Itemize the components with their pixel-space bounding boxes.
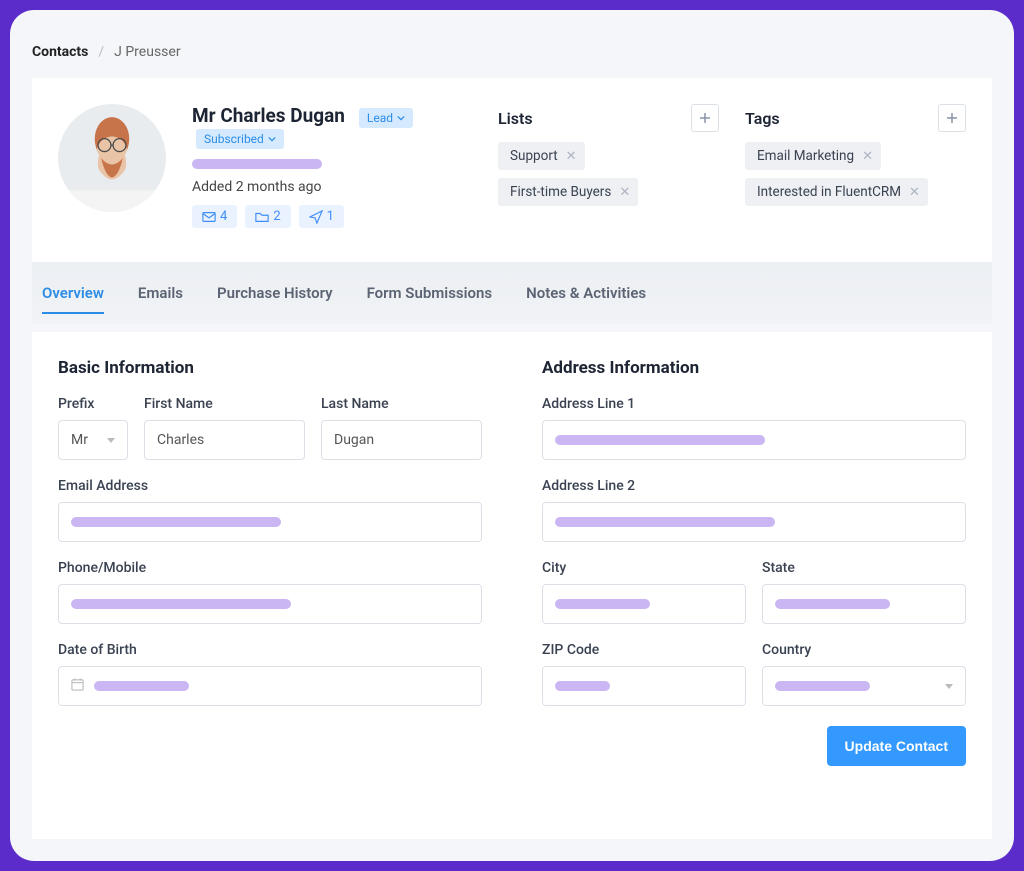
- address-info-heading: Address Information: [542, 358, 966, 378]
- send-icon: [309, 210, 323, 224]
- stat-emails[interactable]: 4: [192, 205, 237, 228]
- tags-heading: Tags: [745, 109, 780, 128]
- contact-name: Mr Charles Dugan: [192, 104, 345, 127]
- tag-item: Email Marketing ✕: [745, 142, 881, 170]
- prefix-select[interactable]: Mr: [58, 420, 128, 460]
- stat-folders-count: 2: [273, 209, 280, 224]
- form-panel: Basic Information Prefix Mr First Name C…: [32, 332, 992, 839]
- tab-purchase-history[interactable]: Purchase History: [217, 284, 333, 314]
- list-label: First-time Buyers: [510, 184, 611, 200]
- first-name-value: Charles: [157, 432, 204, 448]
- country-select[interactable]: [762, 666, 966, 706]
- stat-chips: 4 2 1: [192, 205, 472, 228]
- prefix-value: Mr: [71, 432, 88, 448]
- list-label: Support: [510, 148, 558, 164]
- country-label: Country: [762, 642, 966, 658]
- calendar-icon: [71, 678, 84, 695]
- remove-tag-icon[interactable]: ✕: [862, 149, 873, 164]
- chevron-down-icon: [397, 114, 405, 122]
- breadcrumb-root[interactable]: Contacts: [32, 44, 88, 60]
- contact-type-pill[interactable]: Lead: [359, 108, 413, 128]
- remove-tag-icon[interactable]: ✕: [909, 185, 920, 200]
- state-label: State: [762, 560, 966, 576]
- folder-icon: [255, 210, 269, 224]
- dob-value-placeholder: [94, 681, 189, 691]
- tag-label: Interested in FluentCRM: [757, 184, 901, 200]
- remove-list-icon[interactable]: ✕: [619, 185, 630, 200]
- basic-info-heading: Basic Information: [58, 358, 482, 378]
- tab-overview[interactable]: Overview: [42, 284, 104, 314]
- tab-emails[interactable]: Emails: [138, 284, 183, 314]
- state-value-placeholder: [775, 599, 890, 609]
- contact-type-label: Lead: [367, 111, 393, 125]
- stat-folders[interactable]: 2: [245, 205, 290, 228]
- zip-value-placeholder: [555, 681, 610, 691]
- breadcrumb-separator: /: [98, 44, 104, 60]
- email-value-placeholder: [71, 517, 281, 527]
- profile-summary: Mr Charles Dugan Lead Subscribed Added 2…: [192, 104, 472, 228]
- tab-form-submissions[interactable]: Form Submissions: [367, 284, 493, 314]
- city-label: City: [542, 560, 746, 576]
- zip-input[interactable]: [542, 666, 746, 706]
- address2-value-placeholder: [555, 517, 775, 527]
- tag-label: Email Marketing: [757, 148, 854, 164]
- address2-label: Address Line 2: [542, 478, 966, 494]
- email-label: Email Address: [58, 478, 482, 494]
- envelope-icon: [202, 210, 216, 224]
- last-name-value: Dugan: [334, 432, 374, 448]
- tags-section: Tags Email Marketing ✕ Interested in Flu…: [745, 104, 966, 228]
- address1-label: Address Line 1: [542, 396, 966, 412]
- lists-section: Lists Support ✕ First-time Buyers ✕: [498, 104, 719, 228]
- tag-item: Interested in FluentCRM ✕: [745, 178, 928, 206]
- last-name-label: Last Name: [321, 396, 482, 412]
- list-tag: Support ✕: [498, 142, 585, 170]
- plus-icon: [699, 112, 711, 124]
- lists-heading: Lists: [498, 109, 533, 128]
- last-name-input[interactable]: Dugan: [321, 420, 482, 460]
- avatar: [58, 104, 166, 212]
- add-list-button[interactable]: [691, 104, 719, 132]
- address1-input[interactable]: [542, 420, 966, 460]
- address-info-section: Address Information Address Line 1 Addre…: [542, 358, 966, 766]
- breadcrumb: Contacts / J Preusser: [32, 32, 992, 78]
- address1-value-placeholder: [555, 435, 765, 445]
- breadcrumb-current: J Preusser: [114, 44, 180, 60]
- contact-status-label: Subscribed: [204, 132, 264, 146]
- basic-info-section: Basic Information Prefix Mr First Name C…: [58, 358, 482, 766]
- chevron-down-icon: [268, 135, 276, 143]
- update-contact-button[interactable]: Update Contact: [827, 726, 966, 766]
- city-value-placeholder: [555, 599, 650, 609]
- tab-notes-activities[interactable]: Notes & Activities: [526, 284, 646, 314]
- dob-label: Date of Birth: [58, 642, 482, 658]
- stat-sends-count: 1: [327, 209, 334, 224]
- plus-icon: [946, 112, 958, 124]
- city-input[interactable]: [542, 584, 746, 624]
- add-tag-button[interactable]: [938, 104, 966, 132]
- zip-label: ZIP Code: [542, 642, 746, 658]
- email-input[interactable]: [58, 502, 482, 542]
- list-tag: First-time Buyers ✕: [498, 178, 638, 206]
- contact-status-pill[interactable]: Subscribed: [196, 129, 284, 149]
- stat-sends[interactable]: 1: [299, 205, 344, 228]
- phone-value-placeholder: [71, 599, 291, 609]
- dob-input[interactable]: [58, 666, 482, 706]
- added-date: Added 2 months ago: [192, 179, 472, 195]
- phone-input[interactable]: [58, 584, 482, 624]
- stat-emails-count: 4: [220, 209, 227, 224]
- tab-bar: Overview Emails Purchase History Form Su…: [32, 262, 992, 324]
- contact-header: Mr Charles Dugan Lead Subscribed Added 2…: [32, 78, 992, 262]
- country-value-placeholder: [775, 681, 870, 691]
- phone-label: Phone/Mobile: [58, 560, 482, 576]
- address2-input[interactable]: [542, 502, 966, 542]
- first-name-input[interactable]: Charles: [144, 420, 305, 460]
- email-placeholder: [192, 159, 322, 169]
- remove-list-icon[interactable]: ✕: [566, 149, 577, 164]
- first-name-label: First Name: [144, 396, 305, 412]
- prefix-label: Prefix: [58, 396, 128, 412]
- avatar-illustration: [69, 104, 155, 212]
- state-input[interactable]: [762, 584, 966, 624]
